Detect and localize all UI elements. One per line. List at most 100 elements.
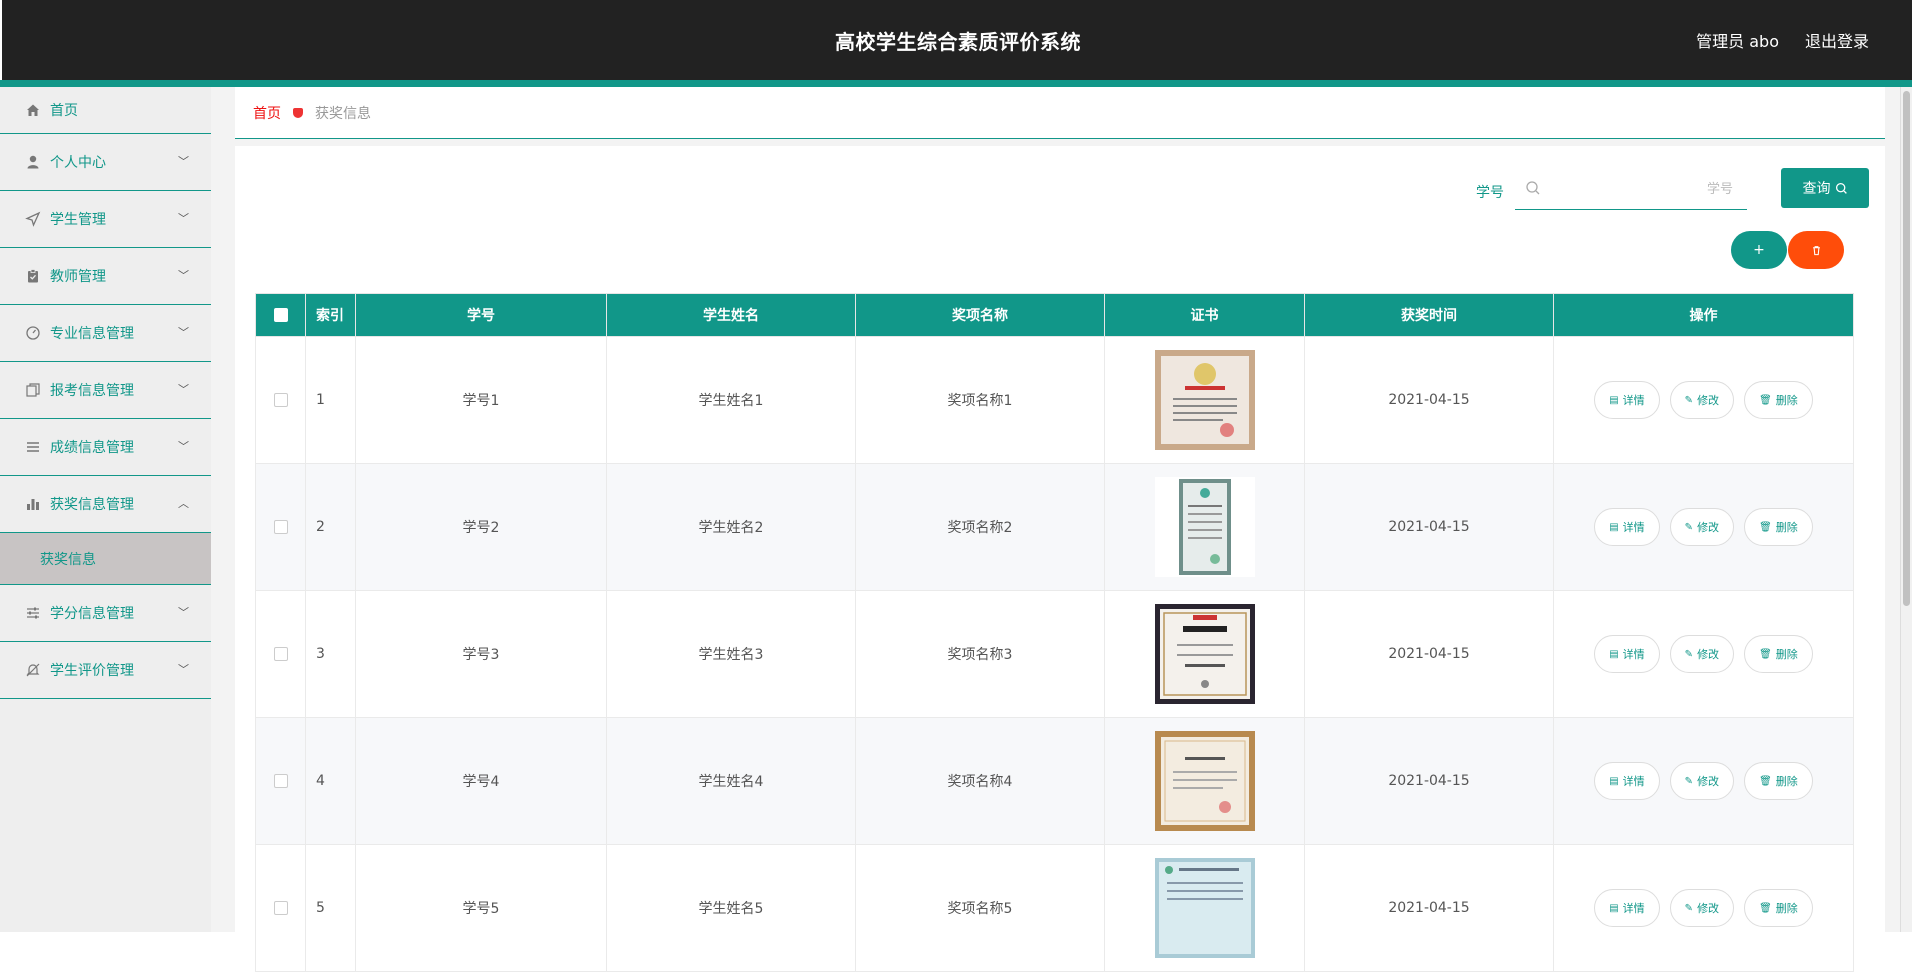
- sidebar-subitem-award-info[interactable]: 获奖信息: [0, 533, 211, 585]
- row-checkbox[interactable]: [273, 393, 288, 407]
- cell-student-name: 学生姓名4: [606, 717, 856, 845]
- trash-icon: 🗑: [1759, 902, 1772, 914]
- detail-button[interactable]: ▤ 详情: [1594, 635, 1660, 673]
- chevron-down-icon: ﹀: [178, 440, 189, 454]
- awards-table: 索引 学号 学生姓名 奖项名称 证书 获奖时间 操作 1 学号1 学生姓名1 奖…: [255, 293, 1854, 972]
- edit-button[interactable]: ✎ 修改: [1669, 762, 1735, 800]
- sidebar-item-label: 学分信息管理: [50, 606, 134, 622]
- delete-button[interactable]: 🗑 删除: [1744, 381, 1813, 419]
- detail-button[interactable]: ▤ 详情: [1594, 508, 1660, 546]
- table-row: 1 学号1 学生姓名1 奖项名称1 2021-04-15 ▤ 详情 ✎ 修改 🗑 删除: [255, 336, 1854, 464]
- cell-award-name: 奖项名称1: [855, 336, 1105, 464]
- sidebar-item-awards[interactable]: 获奖信息管理 ︿: [0, 476, 211, 533]
- search-icon: [1526, 181, 1540, 195]
- sidebar-item-label: 首页: [50, 103, 78, 119]
- home-icon: [24, 101, 42, 119]
- cell-index: 1: [305, 336, 356, 464]
- sidebar-item-personal[interactable]: 个人中心 ﹀: [0, 134, 211, 191]
- certificate-image[interactable]: [1154, 604, 1255, 704]
- content-panel: 学号 查询 + 索引 学号 学生姓名 奖项名称: [235, 146, 1885, 972]
- sidebar-item-home[interactable]: 首页: [0, 87, 211, 134]
- sidebar-item-majors[interactable]: 专业信息管理 ﹀: [0, 305, 211, 362]
- table-row: 2 学号2 学生姓名2 奖项名称2 2021-04-15 ▤ 详情 ✎ 修改 🗑 删除: [255, 463, 1854, 591]
- sidebar-item-evaluation[interactable]: 学生评价管理 ﹀: [0, 642, 211, 699]
- page-scrollbar[interactable]: [1900, 87, 1912, 932]
- delete-button[interactable]: 🗑 删除: [1744, 889, 1813, 927]
- query-button[interactable]: 查询: [1781, 168, 1869, 208]
- edit-button[interactable]: ✎ 修改: [1669, 635, 1735, 673]
- batch-delete-button[interactable]: [1788, 231, 1844, 269]
- column-header: 索引: [305, 293, 356, 337]
- sidebar-item-label: 学生评价管理: [50, 663, 134, 679]
- pencil-icon: ✎: [1684, 394, 1694, 406]
- select-all-cell: [255, 293, 306, 337]
- edit-button[interactable]: ✎ 修改: [1669, 508, 1735, 546]
- sidebar-item-label: 专业信息管理: [50, 326, 134, 342]
- cell-award-date: 2021-04-15: [1304, 717, 1554, 845]
- user-icon: [24, 153, 42, 171]
- breadcrumb-home[interactable]: 首页: [253, 103, 281, 123]
- chevron-down-icon: ﹀: [178, 663, 189, 677]
- chevron-down-icon: ﹀: [178, 155, 189, 169]
- certificate-image[interactable]: [1154, 477, 1255, 577]
- cell-award-date: 2021-04-15: [1304, 844, 1554, 972]
- row-checkbox[interactable]: [273, 774, 288, 788]
- table-row: 3 学号3 学生姓名3 奖项名称3 2021-04-15 ▤ 详情 ✎ 修改 🗑 删除: [255, 590, 1854, 718]
- cell-award-date: 2021-04-15: [1304, 590, 1554, 718]
- detail-button[interactable]: ▤ 详情: [1594, 889, 1660, 927]
- column-header: 学生姓名: [606, 293, 856, 337]
- sidebar-item-grades[interactable]: 成绩信息管理 ﹀: [0, 419, 211, 476]
- delete-button[interactable]: 🗑 删除: [1744, 635, 1813, 673]
- cell-award-name: 奖项名称5: [855, 844, 1105, 972]
- cell-award-name: 奖项名称4: [855, 717, 1105, 845]
- edit-button[interactable]: ✎ 修改: [1669, 381, 1735, 419]
- table-row: 4 学号4 学生姓名4 奖项名称4 2021-04-15 ▤ 详情 ✎ 修改 🗑 删除: [255, 717, 1854, 845]
- document-icon: ▤: [1609, 394, 1619, 406]
- cell-student-no: 学号3: [355, 590, 607, 718]
- row-checkbox[interactable]: [273, 901, 288, 915]
- sidebar-item-credits[interactable]: 学分信息管理 ﹀: [0, 585, 211, 642]
- cell-student-name: 学生姓名3: [606, 590, 856, 718]
- sidebar-item-label: 教师管理: [50, 269, 106, 285]
- top-bar: 高校学生综合素质评价系统 管理员 abo 退出登录: [0, 0, 1912, 80]
- delete-button[interactable]: 🗑 删除: [1744, 508, 1813, 546]
- logout-link[interactable]: 退出登录: [1805, 28, 1869, 52]
- sidebar-item-teachers[interactable]: 教师管理 ﹀: [0, 248, 211, 305]
- detail-button[interactable]: ▤ 详情: [1594, 762, 1660, 800]
- row-checkbox[interactable]: [273, 647, 288, 661]
- cell-award-date: 2021-04-15: [1304, 336, 1554, 464]
- cell-student-no: 学号2: [355, 463, 607, 591]
- sidebar-item-registration[interactable]: 报考信息管理 ﹀: [0, 362, 211, 419]
- certificate-image[interactable]: [1154, 858, 1255, 958]
- document-icon: ▤: [1609, 775, 1619, 787]
- document-icon: ▤: [1609, 648, 1619, 660]
- pencil-icon: ✎: [1684, 521, 1694, 533]
- clipboard-icon: [24, 267, 42, 285]
- pencil-icon: ✎: [1684, 902, 1694, 914]
- send-icon: [24, 210, 42, 228]
- certificate-image[interactable]: [1154, 731, 1255, 831]
- chevron-down-icon: ﹀: [178, 212, 189, 226]
- breadcrumb: 首页 获奖信息: [235, 87, 1885, 139]
- edit-button[interactable]: ✎ 修改: [1669, 889, 1735, 927]
- pencil-icon: ✎: [1684, 775, 1694, 787]
- cell-index: 4: [305, 717, 356, 845]
- row-checkbox[interactable]: [273, 520, 288, 534]
- query-button-label: 查询: [1802, 180, 1831, 196]
- table-row: 5 学号5 学生姓名5 奖项名称5 2021-04-15 ▤ 详情 ✎ 修改 🗑 删除: [255, 844, 1854, 972]
- delete-button[interactable]: 🗑 删除: [1744, 762, 1813, 800]
- scrollbar-thumb[interactable]: [1903, 91, 1910, 606]
- detail-button[interactable]: ▤ 详情: [1594, 381, 1660, 419]
- select-all-checkbox[interactable]: [273, 308, 288, 322]
- cell-student-name: 学生姓名1: [606, 336, 856, 464]
- chevron-up-icon: ︿: [178, 497, 189, 511]
- search-box: [1515, 168, 1747, 210]
- search-icon: [1835, 182, 1847, 194]
- cell-student-no: 学号5: [355, 844, 607, 972]
- breadcrumb-current: 获奖信息: [315, 105, 371, 122]
- sidebar-item-students[interactable]: 学生管理 ﹀: [0, 191, 211, 248]
- student-no-search-input[interactable]: [1549, 176, 1739, 202]
- certificate-image[interactable]: [1154, 350, 1255, 450]
- add-button[interactable]: +: [1731, 231, 1787, 269]
- main-content: 首页 获奖信息 学号 查询 + 索引 学号: [211, 87, 1912, 972]
